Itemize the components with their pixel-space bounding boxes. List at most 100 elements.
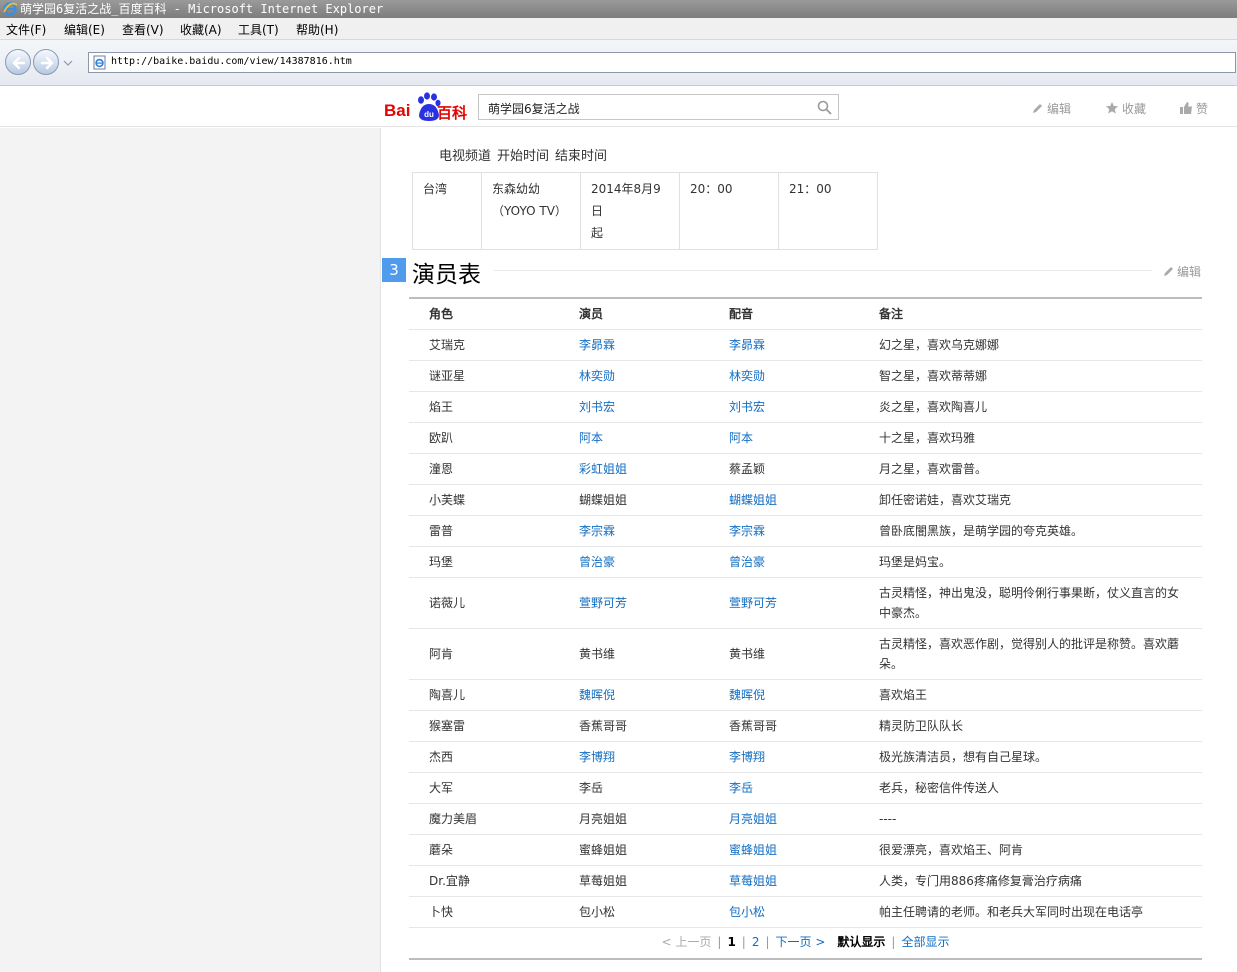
pager-next[interactable]: 下一页 > — [776, 935, 826, 949]
header-like-button[interactable]: 赞 — [1179, 100, 1208, 117]
cast-note-cell: 古灵精怪，喜欢恶作剧，觉得别人的批评是称赞。喜欢蘑朵。 — [859, 628, 1202, 680]
address-toolbar: http://baike.baidu.com/view/14387816.htm — [0, 40, 1237, 86]
cast-note: ---- — [879, 811, 897, 826]
cast-actor-link[interactable]: 李博翔 — [579, 750, 615, 764]
cast-note-cell: 喜欢焰王 — [859, 679, 1202, 711]
section-divider — [494, 270, 1152, 271]
cast-actor-link[interactable]: 萱野可芳 — [579, 596, 627, 610]
cast-role-cell: 雷普 — [409, 515, 559, 547]
cast-voice-actor-link[interactable]: 魏晖倪 — [729, 688, 765, 702]
cast-actor-link[interactable]: 曾治豪 — [579, 555, 615, 569]
header-favorite-label: 收藏 — [1122, 102, 1147, 116]
cast-voice-actor-link[interactable]: 阿本 — [729, 431, 753, 445]
cast-voice-actor-cell: 草莓姐姐 — [709, 865, 859, 897]
cast-voice-actor-link[interactable]: 蝴蝶姐姐 — [729, 493, 777, 507]
cast-actor-link[interactable]: 李宗霖 — [579, 524, 615, 538]
cast-voice-actor-link[interactable]: 萱野可芳 — [729, 596, 777, 610]
cast-actor-link[interactable]: 彩虹姐姐 — [579, 462, 627, 476]
broadcast-header-end: 结束时间 — [555, 149, 608, 164]
pager-page-2[interactable]: 2 — [752, 935, 760, 949]
cast-role: 焰王 — [429, 400, 454, 414]
cast-voice-actor-cell: 林奕勋 — [709, 360, 859, 392]
table-row: 焰王 刘书宏 刘书宏 炎之星，喜欢陶喜儿 — [409, 391, 1202, 423]
cast-voice-actor-link[interactable]: 李岳 — [729, 781, 753, 795]
cast-role-cell: 大军 — [409, 772, 559, 804]
cast-voice-actor-link[interactable]: 曾治豪 — [729, 555, 765, 569]
section-edit-label: 编辑 — [1177, 265, 1202, 279]
menu-view[interactable]: 查看(V) — [122, 21, 164, 38]
section-number: 3 — [382, 258, 406, 282]
cast-note-cell: 曾卧底闇黑族，是萌学园的夸克英雄。 — [859, 515, 1202, 547]
header-like-label: 赞 — [1196, 102, 1209, 116]
menu-help[interactable]: 帮助(H) — [296, 21, 338, 38]
table-row: 欧趴 阿本 阿本 十之星，喜欢玛雅 — [409, 422, 1202, 454]
cast-role: 潼恩 — [429, 462, 454, 476]
cast-actor-link[interactable]: 刘书宏 — [579, 400, 615, 414]
cast-voice-actor-link[interactable]: 林奕勋 — [729, 369, 765, 383]
logo-bai-text: Bai — [384, 101, 411, 120]
history-dropdown-icon[interactable] — [63, 58, 73, 68]
header-edit-label: 编辑 — [1047, 102, 1072, 116]
cast-voice-actor-link[interactable]: 月亮姐姐 — [729, 812, 777, 826]
cast-actor-link[interactable]: 林奕勋 — [579, 369, 615, 383]
cast-voice-actor-link[interactable]: 李宗霖 — [729, 524, 765, 538]
table-row: Dr.宜静 草莓姐姐 草莓姐姐 人类，专门用886疼痛修复膏治疗病痛 — [409, 865, 1202, 897]
baidu-baike-logo[interactable]: Bai du 百科 — [384, 91, 470, 123]
cast-note: 炎之星，喜欢陶喜儿 — [879, 399, 988, 414]
cast-header-note: 备注 — [859, 298, 1202, 330]
cast-role-cell: 魔力美眉 — [409, 803, 559, 835]
cast-voice-actor-cell: 蔡孟颖 — [709, 453, 859, 485]
cast-actor-cell: 月亮姐姐 — [559, 803, 709, 835]
menu-favorites[interactable]: 收藏(A) — [180, 21, 222, 38]
cast-actor-link[interactable]: 阿本 — [579, 431, 603, 445]
logo-baike-text: 百科 — [437, 104, 468, 122]
menu-tools[interactable]: 工具(T) — [238, 21, 279, 38]
pencil-icon — [1033, 104, 1042, 113]
pager-all-view[interactable]: 全部显示 — [901, 935, 949, 949]
header-edit-button[interactable]: 编辑 — [1031, 100, 1071, 117]
cast-actor-link[interactable]: 魏晖倪 — [579, 688, 615, 702]
cast-actor: 草莓姐姐 — [579, 874, 628, 888]
left-sidebar-area — [0, 128, 381, 972]
forward-button[interactable] — [33, 49, 59, 75]
cast-role-cell: 陶喜儿 — [409, 679, 559, 711]
broadcast-start-time: 20：00 — [679, 172, 779, 250]
cast-voice-actor-link[interactable]: 刘书宏 — [729, 400, 765, 414]
header-favorite-button[interactable]: 收藏 — [1105, 100, 1146, 117]
table-row: 蘑朵 蜜蜂姐姐 蜜蜂姐姐 很爱漂亮，喜欢焰王、阿肯 — [409, 834, 1202, 866]
back-button[interactable] — [5, 49, 31, 75]
broadcast-channel: 东森幼幼 （YOYO TV） — [481, 172, 581, 250]
cast-role: 卜快 — [429, 905, 454, 919]
cast-actor-link[interactable]: 李昴霖 — [579, 338, 615, 352]
menu-edit[interactable]: 编辑(E) — [64, 21, 105, 38]
cast-role-cell: 艾瑞克 — [409, 329, 559, 361]
pagination: < 上一页 | 1 | 2 | 下一页 > 默认显示 | 全部显示 — [409, 930, 1202, 960]
cast-voice-actor-link[interactable]: 包小松 — [729, 905, 765, 919]
pager-separator: | — [891, 935, 896, 949]
menu-file[interactable]: 文件(F) — [6, 21, 46, 38]
search-icon[interactable] — [817, 100, 832, 115]
cast-note-cell: 人类，专门用886疼痛修复膏治疗病痛 — [859, 865, 1202, 897]
cast-voice-actor-link[interactable]: 蜜蜂姐姐 — [729, 843, 777, 857]
cast-note-cell: 极光族清洁员，想有自己星球。 — [859, 741, 1202, 773]
back-arrow-icon — [12, 56, 26, 70]
cast-voice-actor-cell: 魏晖倪 — [709, 679, 859, 711]
pager-default-view[interactable]: 默认显示 — [837, 935, 885, 949]
table-row: 阿肯 黄书维 黄书维 古灵精怪，喜欢恶作剧，觉得别人的批评是称赞。喜欢蘑朵。 — [409, 628, 1202, 680]
cast-role-cell: Dr.宜静 — [409, 865, 559, 897]
table-row: 艾瑞克 李昴霖 李昴霖 幻之星，喜欢乌克娜娜 — [409, 329, 1202, 361]
pager-page-1: 1 — [727, 935, 736, 949]
broadcast-header: 电视频道 开始时间 结束时间 — [439, 145, 613, 164]
cast-voice-actor-link[interactable]: 李昴霖 — [729, 338, 765, 352]
cast-voice-actor-link[interactable]: 李博翔 — [729, 750, 765, 764]
cast-role: 大军 — [429, 781, 454, 795]
search-input[interactable]: 萌学园6复活之战 — [478, 94, 839, 120]
cast-note-cell: 月之星，喜欢雷普。 — [859, 453, 1202, 485]
cast-voice-actor-link[interactable]: 草莓姐姐 — [729, 874, 777, 888]
cast-table-body: 艾瑞克 李昴霖 李昴霖 幻之星，喜欢乌克娜娜 谜亚星 林奕勋 林奕勋 智之星，喜欢蒂蒂娜 焰王 刘… — [409, 329, 1202, 928]
address-input[interactable]: http://baike.baidu.com/view/14387816.htm — [88, 52, 1236, 73]
table-row: 潼恩 彩虹姐姐 蔡孟颖 月之星，喜欢雷普。 — [409, 453, 1202, 485]
cast-actor-cell: 李昴霖 — [559, 329, 709, 361]
cast-actor-cell: 草莓姐姐 — [559, 865, 709, 897]
section-edit-button[interactable]: 编辑 — [1162, 263, 1201, 280]
